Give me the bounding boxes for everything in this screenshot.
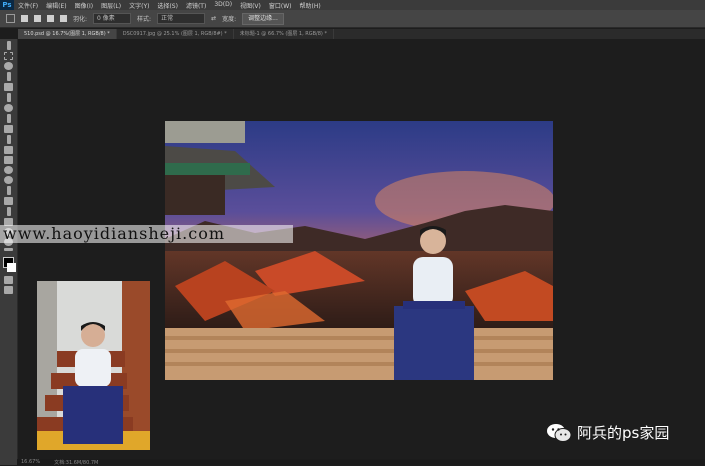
main-canvas-image[interactable] (165, 121, 553, 380)
wechat-icon (546, 423, 572, 443)
type-tool-icon[interactable] (4, 197, 13, 205)
brush-icon[interactable] (6, 114, 11, 123)
feather-label: 羽化: (73, 16, 88, 23)
menu-view[interactable]: 视图(V) (236, 1, 265, 10)
menu-type[interactable]: 文字(Y) (125, 1, 153, 10)
menu-3d[interactable]: 3D(D) (210, 1, 236, 10)
menu-edit[interactable]: 编辑(E) (42, 1, 70, 10)
menu-window[interactable]: 窗口(W) (265, 1, 296, 10)
move-tool-icon[interactable] (6, 41, 11, 50)
eraser-icon[interactable] (4, 146, 13, 154)
swap-icon[interactable]: ⇄ (211, 15, 216, 22)
new-selection-icon[interactable] (21, 15, 28, 22)
source-photo (37, 281, 150, 450)
tab-dsc0917[interactable]: DSC0917.jpg @ 25.1% (图层 1, RGB/8#) * (117, 29, 234, 39)
wechat-brand: 阿兵的ps家园 (546, 422, 669, 443)
style-select[interactable]: 正常 (157, 13, 206, 24)
zoom-level[interactable]: 16.67% (21, 459, 40, 465)
crop-icon[interactable] (4, 83, 13, 91)
main-menu: 文件(F) 编辑(E) 图像(I) 图层(L) 文字(Y) 选择(S) 滤镜(T… (14, 1, 325, 10)
history-brush-icon[interactable] (6, 135, 11, 144)
menu-select[interactable]: 选择(S) (153, 1, 182, 10)
marquee-tool-icon[interactable] (6, 14, 15, 23)
document-size: 文档:31.6M/80.7M (54, 460, 99, 466)
more-tools-icon[interactable] (4, 248, 13, 251)
tab-510-psd[interactable]: 510.psd @ 16.7%(图层 1, RGB/8) * (18, 29, 117, 39)
eyedropper-icon[interactable] (6, 93, 11, 102)
background-color-swatch[interactable] (7, 263, 16, 272)
photoshop-logo: Ps (0, 0, 14, 10)
marquee-icon[interactable] (4, 52, 13, 60)
pen-icon[interactable] (6, 186, 11, 195)
tools-panel (0, 39, 18, 465)
screen-mode-icon[interactable] (4, 286, 13, 294)
quick-mask-icon[interactable] (4, 276, 13, 284)
subtract-selection-icon[interactable] (47, 15, 54, 22)
gradient-icon[interactable] (4, 156, 13, 164)
magic-wand-icon[interactable] (6, 72, 11, 81)
tab-untitled-1[interactable]: 未标题-1 @ 66.7% (图层 1, RGB/8) * (234, 29, 334, 39)
status-bar: 16.67% 文档:31.6M/80.7M (17, 459, 705, 466)
watermark-banner: www.haoyidiansheji.com (0, 225, 293, 243)
lasso-icon[interactable] (4, 62, 13, 70)
blur-icon[interactable] (4, 166, 13, 174)
source-photo-window[interactable] (37, 281, 150, 450)
menu-bar: Ps 文件(F) 编辑(E) 图像(I) 图层(L) 文字(Y) 选择(S) 滤… (0, 0, 705, 10)
menu-filter[interactable]: 滤镜(T) (182, 1, 210, 10)
composite-photo (165, 121, 553, 380)
path-select-icon[interactable] (6, 207, 11, 216)
document-tabs: 510.psd @ 16.7%(图层 1, RGB/8) * DSC0917.j… (18, 29, 705, 39)
healing-brush-icon[interactable] (4, 104, 13, 112)
menu-image[interactable]: 图像(I) (71, 1, 97, 10)
intersect-selection-icon[interactable] (60, 15, 67, 22)
menu-file[interactable]: 文件(F) (14, 1, 42, 10)
clone-stamp-icon[interactable] (4, 125, 13, 133)
feather-input[interactable]: 0 像素 (93, 13, 132, 24)
options-bar: 羽化: 0 像素 样式: 正常 ⇄ 宽度: 调整边缘... (0, 10, 705, 28)
style-label: 样式: (137, 16, 152, 23)
dodge-icon[interactable] (4, 176, 13, 184)
add-selection-icon[interactable] (34, 15, 41, 22)
brand-name: 阿兵的ps家园 (577, 424, 670, 442)
menu-help[interactable]: 帮助(H) (296, 1, 325, 10)
refine-edge-button[interactable]: 调整边缘... (242, 12, 284, 25)
menu-layer[interactable]: 图层(L) (97, 1, 125, 10)
width-label: 宽度: (222, 16, 237, 23)
